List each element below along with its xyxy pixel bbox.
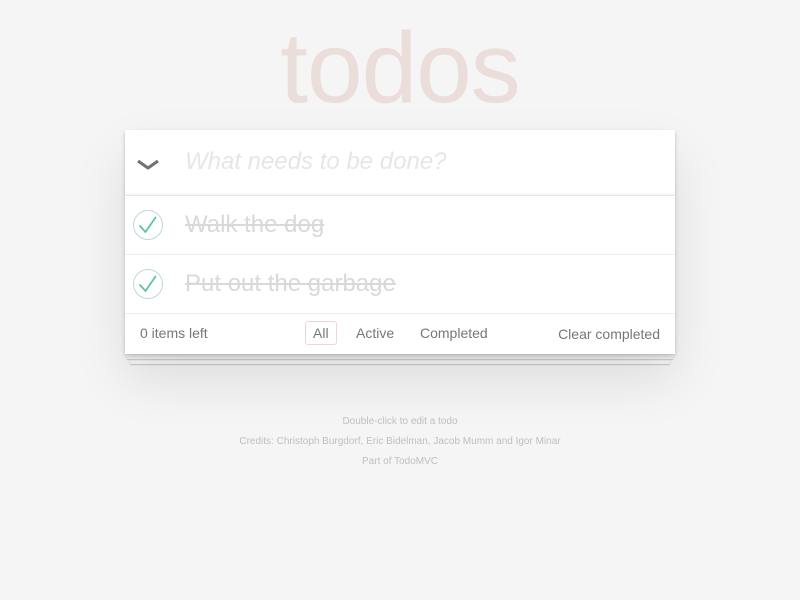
todo-item[interactable]: Walk the dog [125, 196, 675, 255]
clear-completed-button[interactable]: Clear completed [558, 326, 660, 342]
todo-toggle-checkbox[interactable] [133, 269, 163, 299]
edit-hint-text: Double-click to edit a todo [342, 416, 458, 427]
chevron-down-icon [137, 159, 159, 170]
credits-text: Credits: Christoph Burgdorf, Eric Bidelm… [239, 436, 561, 447]
todo-toggle-checkbox[interactable] [133, 210, 163, 240]
todo-label[interactable]: Put out the garbage [185, 270, 396, 298]
footer: 0 items left All Active Completed Clear … [125, 314, 675, 354]
todo-item[interactable]: Put out the garbage [125, 255, 675, 314]
info-footer: Double-click to edit a todo Credits: Chr… [0, 412, 800, 472]
check-circle-icon [133, 269, 163, 299]
header [125, 130, 675, 196]
filter-all-link[interactable]: All [305, 321, 337, 345]
items-left-count: 0 items left [140, 325, 208, 341]
part-of-text: Part of TodoMVC [362, 456, 438, 467]
filter-completed-link[interactable]: Completed [412, 321, 496, 345]
check-circle-icon [133, 210, 163, 240]
todo-label[interactable]: Walk the dog [185, 211, 324, 239]
filter-active-link[interactable]: Active [348, 321, 402, 345]
app-title: todos [280, 12, 521, 124]
toggle-all-button[interactable] [135, 148, 161, 178]
todo-app-panel: Walk the dog Put out the garbage 0 items… [125, 130, 675, 354]
new-todo-input[interactable] [185, 147, 655, 177]
